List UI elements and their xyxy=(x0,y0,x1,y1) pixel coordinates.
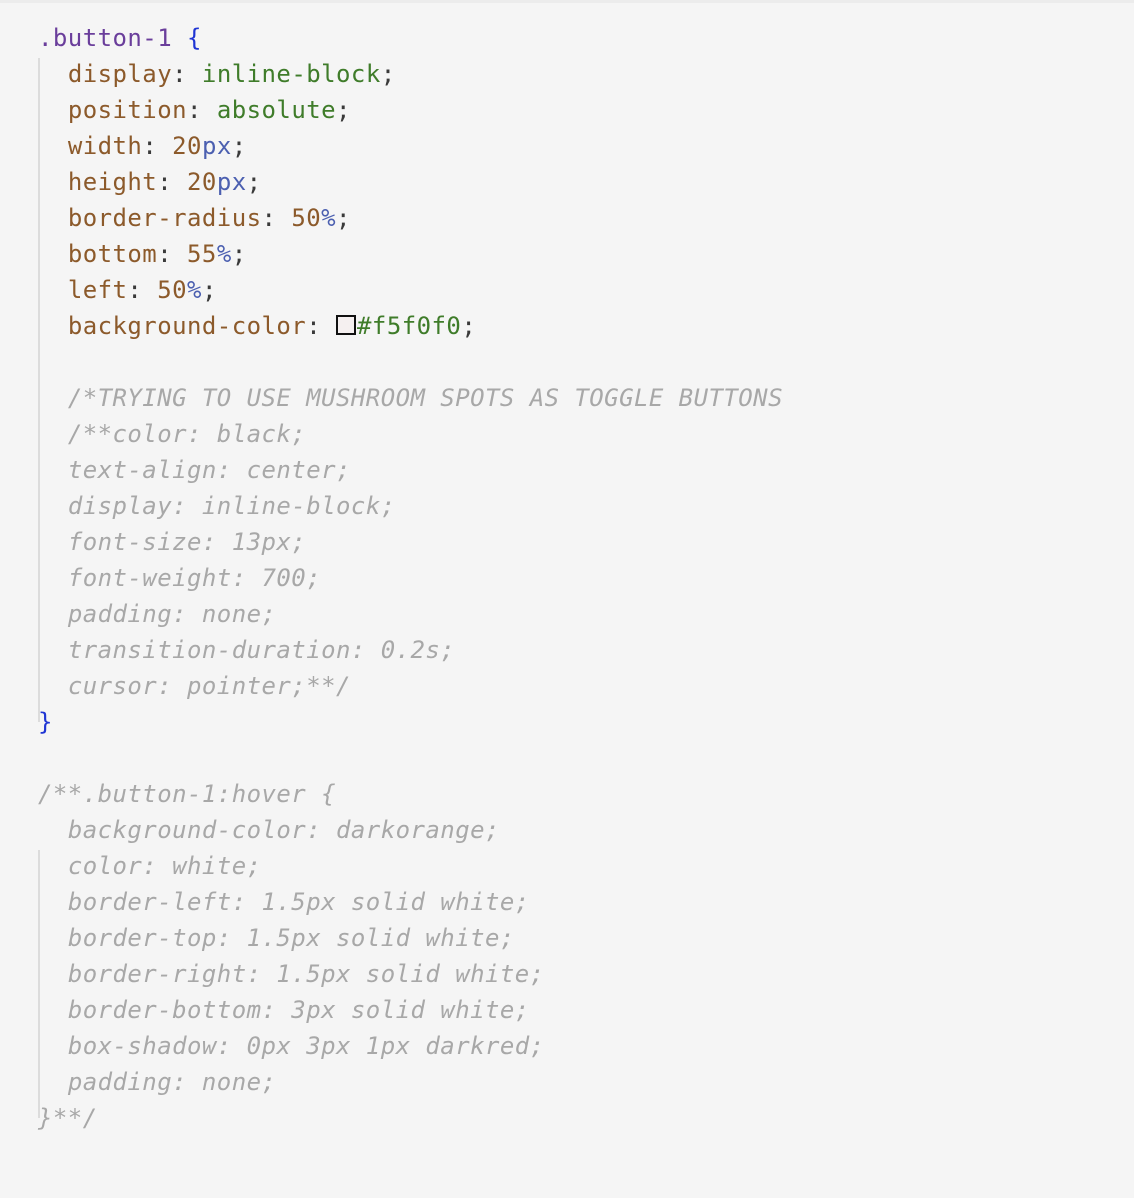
comment-line: /**color: black; xyxy=(38,416,783,452)
comment-line: color: white; xyxy=(38,848,783,884)
comment-line: font-weight: 700; xyxy=(38,560,783,596)
comment-text: display: inline-block; xyxy=(67,492,396,520)
comment-text: border-bottom: 3px solid white; xyxy=(67,996,530,1024)
comment-line: border-left: 1.5px solid white; xyxy=(38,884,783,920)
css-declaration: bottom: 55%; xyxy=(38,236,783,272)
css-declaration: background-color: #f5f0f0; xyxy=(38,308,783,344)
comment-text: box-shadow: 0px 3px 1px darkred; xyxy=(67,1032,545,1060)
semicolon: ; xyxy=(380,60,396,88)
semicolon: ; xyxy=(461,312,477,340)
comment-text: border-left: 1.5px solid white; xyxy=(67,888,530,916)
css-declaration: display: inline-block; xyxy=(38,56,783,92)
semicolon: ; xyxy=(336,204,351,232)
comment-text: border-top: 1.5px solid white; xyxy=(67,924,515,952)
comment-line: border-right: 1.5px solid white; xyxy=(38,956,783,992)
css-number: 50 xyxy=(157,276,188,304)
comment-line: font-size: 13px; xyxy=(38,524,783,560)
comment-text: cursor: pointer;**/ xyxy=(67,672,351,700)
semicolon: ; xyxy=(246,168,262,196)
colon: : xyxy=(261,204,292,232)
comment-text: padding: none; xyxy=(67,1068,277,1096)
color-swatch-icon xyxy=(336,315,357,335)
comment-text: background-color: darkorange; xyxy=(67,816,500,844)
indent-guide xyxy=(38,58,40,722)
semicolon: ; xyxy=(231,132,247,160)
comment-line: display: inline-block; xyxy=(38,488,783,524)
code-line: .button-1 { xyxy=(38,20,783,56)
css-declaration: border-radius: 50%; xyxy=(38,200,783,236)
code-line: } xyxy=(38,704,783,740)
comment-line: border-bottom: 3px solid white; xyxy=(38,992,783,1028)
close-brace: } xyxy=(38,708,53,736)
css-number: 50 xyxy=(291,204,322,232)
comment-line: transition-duration: 0.2s; xyxy=(38,632,783,668)
comment-line: cursor: pointer;**/ xyxy=(38,668,783,704)
comment-text: border-right: 1.5px solid white; xyxy=(67,960,545,988)
comment-line: background-color: darkorange; xyxy=(38,812,783,848)
css-property: width xyxy=(67,132,143,160)
css-unit: px xyxy=(201,132,232,160)
comment-text: transition-duration: 0.2s; xyxy=(67,636,456,664)
css-number: 55 xyxy=(187,240,217,268)
comment-line: padding: none; xyxy=(38,1064,783,1100)
comment-line: /**.button-1:hover { xyxy=(38,780,336,808)
semicolon: ; xyxy=(201,276,217,304)
colon: : xyxy=(157,168,188,196)
colon: : xyxy=(306,312,337,340)
indent-guide xyxy=(38,850,40,1118)
colon: : xyxy=(157,240,188,268)
css-number: 20 xyxy=(187,168,217,196)
css-declaration: position: absolute; xyxy=(38,92,783,128)
comment-text: /*TRYING TO USE MUSHROOM SPOTS AS TOGGLE… xyxy=(67,384,783,412)
colon: : xyxy=(142,132,173,160)
comment-line: }**/ xyxy=(38,1104,98,1132)
comment-line: border-top: 1.5px solid white; xyxy=(38,920,783,956)
css-unit: px xyxy=(216,168,247,196)
css-value: #f5f0f0 xyxy=(357,312,462,340)
comment-text: font-weight: 700; xyxy=(67,564,322,592)
colon: : xyxy=(187,96,217,124)
css-declaration: left: 50%; xyxy=(38,272,783,308)
css-value: absolute xyxy=(216,96,337,124)
css-property: position xyxy=(67,96,188,124)
comment-text: /**color: black; xyxy=(67,420,307,448)
colon: : xyxy=(172,60,202,88)
css-unit: % xyxy=(216,240,232,268)
css-property: background-color xyxy=(67,312,307,340)
comment-text: font-size: 13px; xyxy=(67,528,307,556)
comment-line: padding: none; xyxy=(38,596,783,632)
top-divider xyxy=(0,0,1134,3)
semicolon: ; xyxy=(231,240,247,268)
css-property: display xyxy=(67,60,173,88)
open-brace: { xyxy=(187,24,202,52)
css-property: left xyxy=(67,276,128,304)
comment-line: box-shadow: 0px 3px 1px darkred; xyxy=(38,1028,783,1064)
comment-text: text-align: center; xyxy=(67,456,351,484)
semicolon: ; xyxy=(336,96,351,124)
css-selector: .button-1 xyxy=(38,24,173,52)
css-property: height xyxy=(67,168,158,196)
colon: : xyxy=(127,276,158,304)
comment-line: text-align: center; xyxy=(38,452,783,488)
css-declaration: height: 20px; xyxy=(38,164,783,200)
comment-line: /*TRYING TO USE MUSHROOM SPOTS AS TOGGLE… xyxy=(38,380,783,416)
comment-text: padding: none; xyxy=(67,600,277,628)
css-property: border-radius xyxy=(67,204,262,232)
css-code-block[interactable]: .button-1 { display: inline-block; posit… xyxy=(38,20,783,1136)
comment-text: color: white; xyxy=(67,852,262,880)
css-property: bottom xyxy=(67,240,158,268)
css-unit: % xyxy=(187,276,202,304)
css-unit: % xyxy=(321,204,337,232)
css-value: inline-block xyxy=(201,60,381,88)
css-number: 20 xyxy=(172,132,202,160)
css-declaration: width: 20px; xyxy=(38,128,783,164)
